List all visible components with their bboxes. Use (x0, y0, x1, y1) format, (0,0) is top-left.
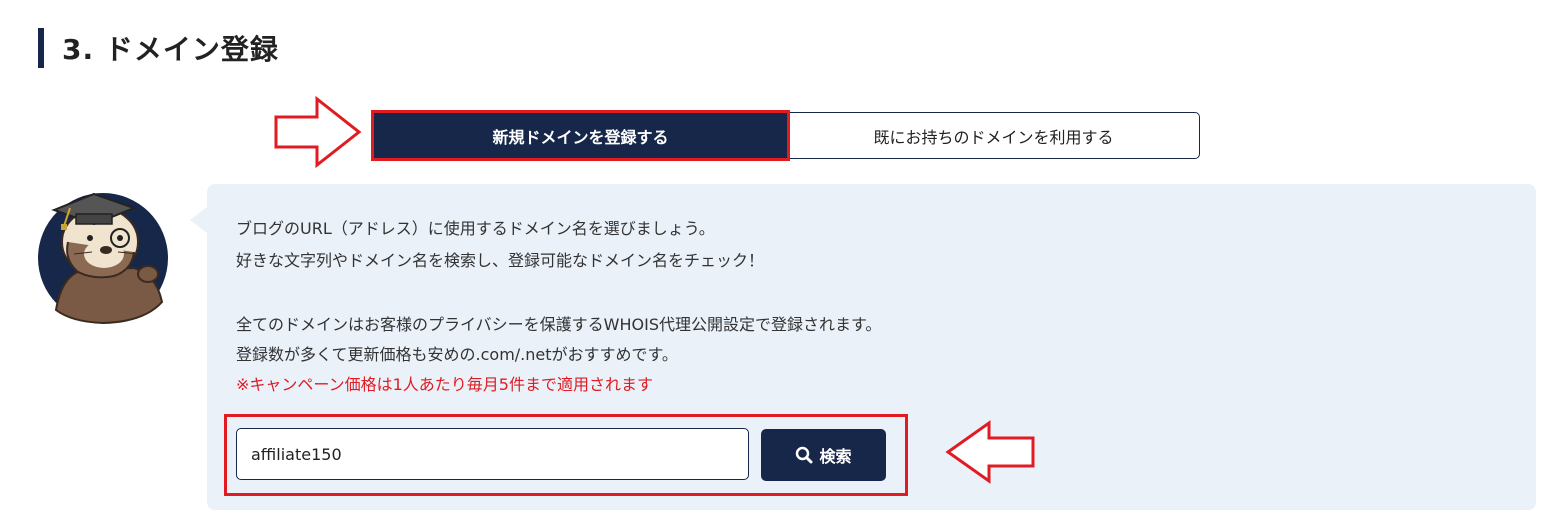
speech-bubble-tail (190, 206, 208, 234)
arrow-right-icon (274, 96, 362, 168)
tab-register-new-domain[interactable]: 新規ドメインを登録する (371, 110, 790, 161)
heading-accent-bar (38, 28, 44, 68)
campaign-note: ※キャンペーン価格は1人あたり毎月5件まで適用されます (236, 375, 653, 394)
info-line-2: 好きな文字列やドメイン名を検索し、登録可能なドメイン名をチェック！ (236, 251, 765, 270)
search-icon (796, 446, 813, 464)
search-button[interactable]: 検索 (761, 429, 886, 481)
tab-use-existing-domain[interactable]: 既にお持ちのドメインを利用する (788, 112, 1200, 159)
section-heading: 3. ドメイン登録 (38, 28, 279, 68)
arrow-left-icon (945, 420, 1035, 484)
info-line-3: 全てのドメインはお客様のプライバシーを保護するWHOIS代理公開設定で登録されま… (236, 315, 882, 334)
info-line-1: ブログのURL（アドレス）に使用するドメイン名を選びましょう。 (236, 219, 715, 238)
info-line-4: 登録数が多くて更新価格も安めの.com/.netがおすすめです。 (236, 345, 678, 364)
domain-tabs: 新規ドメインを登録する 既にお持ちのドメインを利用する (371, 110, 1200, 161)
search-button-label: 検索 (819, 447, 852, 466)
page-title: 3. ドメイン登録 (62, 33, 279, 66)
mascot-avatar-icon (38, 192, 168, 324)
domain-search-input[interactable] (236, 428, 749, 480)
